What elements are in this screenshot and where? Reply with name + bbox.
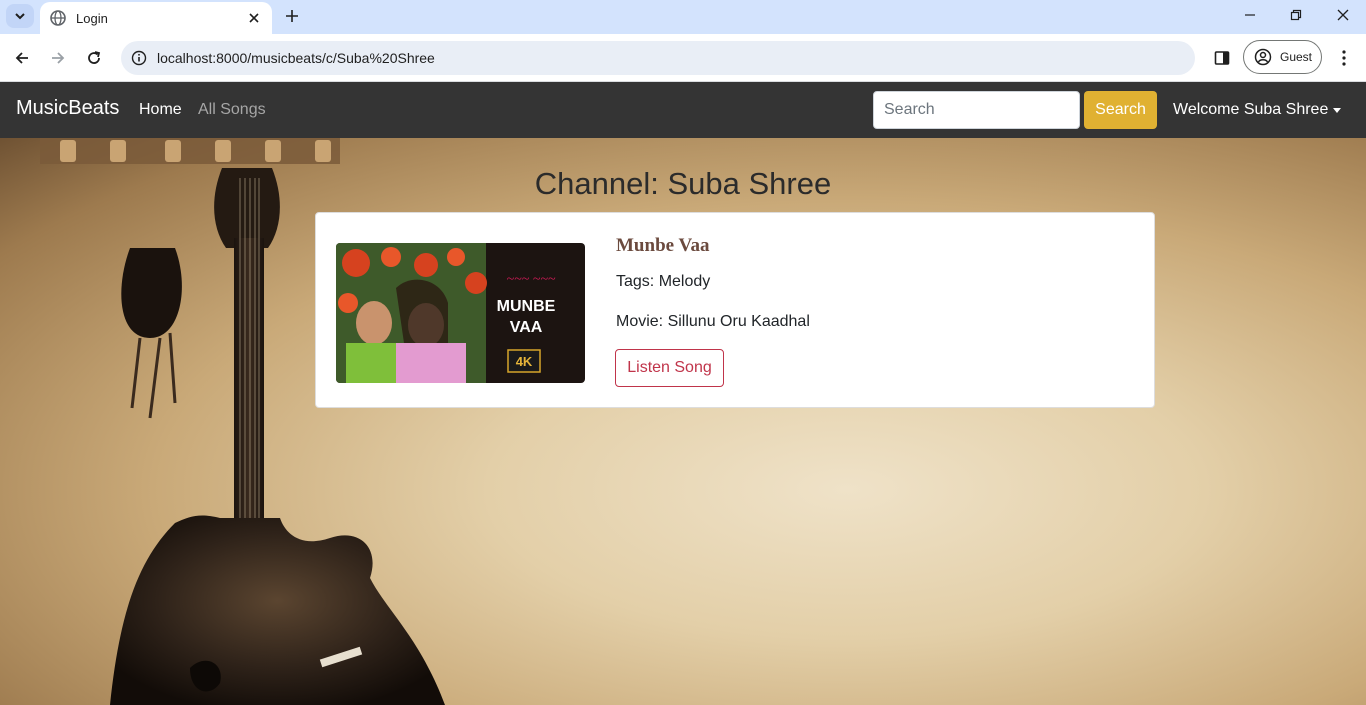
user-menu-dropdown[interactable]: Welcome Suba Shree	[1173, 101, 1342, 119]
song-thumbnail[interactable]: ~~~ ~~~ MUNBE VAA 4K	[336, 243, 585, 383]
brand-logo[interactable]: MusicBeats	[16, 97, 119, 120]
channel-title: Channel: Suba Shree	[534, 166, 832, 201]
reload-button[interactable]	[80, 44, 108, 72]
arrow-left-icon	[15, 52, 28, 64]
thumbnail-script-text: ~~~ ~~~	[507, 272, 556, 287]
search-button[interactable]: Search	[1084, 91, 1157, 129]
address-bar[interactable]: localhost:8000/musicbeats/c/Suba%20Shree	[121, 41, 1195, 75]
more-vertical-icon	[1342, 50, 1346, 66]
close-window-button[interactable]	[1320, 0, 1366, 30]
plus-icon	[286, 10, 298, 22]
profile-label: Guest	[1280, 50, 1313, 64]
song-movie: Movie: Sillunu Oru Kaadhal	[616, 313, 810, 330]
globe-icon	[50, 10, 66, 26]
minimize-button[interactable]	[1227, 0, 1273, 30]
song-title: Munbe Vaa	[616, 235, 710, 256]
arrow-right-icon	[52, 52, 65, 64]
thumbnail-title-line1: MUNBE	[497, 298, 556, 315]
back-button[interactable]	[8, 44, 36, 72]
nav-all-songs-link[interactable]: All Songs	[198, 101, 266, 119]
browser-menu-button[interactable]	[1330, 44, 1358, 72]
search-input[interactable]	[873, 91, 1080, 129]
url-text[interactable]: localhost:8000/musicbeats/c/Suba%20Shree	[157, 50, 435, 66]
thumbnail-title-line2: VAA	[510, 319, 543, 336]
side-panel-button[interactable]	[1208, 44, 1236, 72]
chevron-down-icon	[15, 13, 25, 20]
tab-search-button[interactable]	[6, 4, 34, 28]
page-content: Channel: Suba Shree ~~~ ~~~ MUNBE VAA 4K…	[0, 138, 1366, 705]
browser-tab[interactable]: Login	[40, 2, 272, 34]
thumbnail-4k-badge: 4K	[516, 354, 533, 369]
reload-icon	[88, 51, 101, 64]
site-navbar: MusicBeats Home All Songs Search Welcome…	[0, 82, 1366, 138]
user-menu-label: Welcome Suba Shree	[1173, 101, 1329, 118]
song-thumbnail-image: ~~~ ~~~ MUNBE VAA 4K	[336, 243, 585, 383]
restore-button[interactable]	[1273, 0, 1319, 30]
tab-title: Login	[76, 10, 108, 26]
side-panel-icon	[1214, 51, 1230, 65]
song-tags: Tags: Melody	[616, 273, 711, 290]
site-info-icon[interactable]	[131, 50, 147, 66]
minimize-icon	[1245, 14, 1255, 16]
browser-toolbar: localhost:8000/musicbeats/c/Suba%20Shree…	[0, 34, 1366, 82]
browser-tabstrip: Login	[0, 0, 1366, 34]
account-icon	[1254, 48, 1272, 66]
listen-song-button[interactable]: Listen Song	[615, 349, 724, 387]
close-icon	[249, 13, 259, 23]
close-icon	[1337, 9, 1349, 21]
profile-button[interactable]: Guest	[1243, 40, 1322, 74]
restore-icon	[1290, 9, 1302, 21]
nav-home-link[interactable]: Home	[139, 101, 182, 119]
caret-down-icon	[1333, 107, 1342, 113]
new-tab-button[interactable]	[280, 4, 304, 28]
forward-button[interactable]	[44, 44, 72, 72]
song-card: ~~~ ~~~ MUNBE VAA 4K Munbe Vaa Tags: Mel…	[315, 212, 1155, 408]
tab-close-button[interactable]	[242, 6, 266, 30]
